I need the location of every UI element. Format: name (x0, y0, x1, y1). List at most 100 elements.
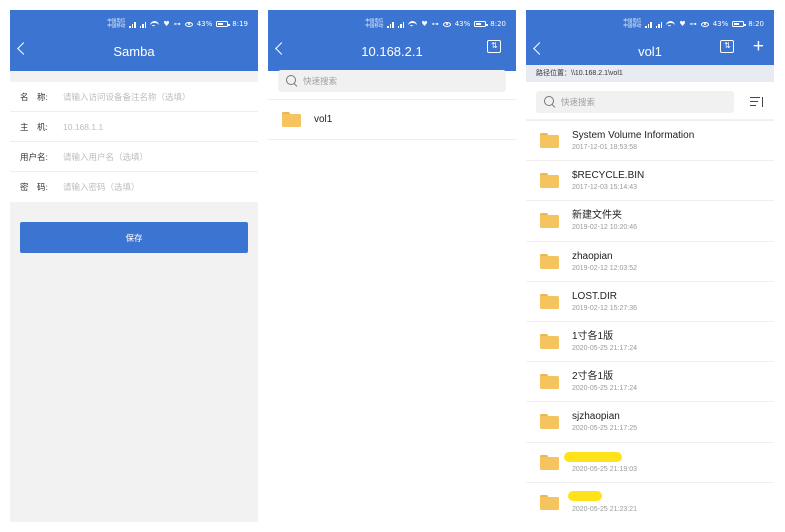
carrier-info: 中国电信 中国移动 (107, 19, 125, 29)
save-button[interactable]: 保存 (20, 222, 248, 253)
redaction-mark (568, 490, 602, 501)
heart-icon: ♥ (421, 20, 428, 28)
folder-icon (540, 374, 559, 390)
folder-name: sjzhaopian (572, 411, 620, 423)
item-text: 2寸各1版 2020-05-25 21:17:24 (572, 371, 637, 392)
signal-icon (655, 21, 663, 28)
username-field[interactable] (63, 151, 258, 162)
folder-name: 2寸各1版 (572, 371, 614, 383)
redaction-mark (564, 451, 622, 462)
item-text: 1寸各1版 2020-05-25 21:17:24 (572, 331, 637, 352)
search-icon (286, 75, 297, 87)
carrier-2: 中国移动 (107, 24, 126, 29)
list-item[interactable]: $RECYCLE.BIN 2017-12-03 15:14:43 (526, 161, 774, 202)
item-text: $RECYCLE.BIN 2017-12-03 15:14:43 (572, 170, 644, 191)
search-input[interactable] (560, 97, 734, 107)
carrier-2: 中国移动 (623, 24, 642, 29)
share-list: vol1 (268, 99, 516, 140)
folder-icon (540, 253, 559, 269)
list-item[interactable]: zhaopian 2019-02-12 12:03:52 (526, 242, 774, 282)
battery-percent: 43% (454, 20, 471, 28)
battery-icon (216, 21, 230, 27)
folder-icon (540, 213, 559, 229)
heart-icon: ♥ (679, 20, 686, 28)
status-bar: 中国电信 中国移动 ♥ ⊶ 43% 8:20 (365, 17, 506, 31)
wifi-icon (150, 20, 160, 28)
heart-icon: ♥ (163, 20, 170, 28)
folder-name: System Volume Information (572, 130, 695, 142)
battery-percent: 43% (196, 20, 213, 28)
folder-icon (540, 454, 559, 470)
clock: 8:20 (748, 20, 764, 28)
username-label: 用户名: (20, 151, 48, 162)
carrier-2: 中国移动 (365, 24, 384, 29)
username-row: 用户名: (10, 142, 258, 172)
list-item[interactable]: 2寸各1版 2020-05-25 21:17:24 (526, 362, 774, 403)
search-bar[interactable] (278, 70, 506, 92)
search-bar[interactable] (536, 91, 734, 113)
app-header: 中国电信 中国移动 ♥ ⊶ 43% 8:20 vol1 ⇅ + (526, 10, 774, 65)
sort-toggle-icon[interactable]: ⇅ (487, 40, 501, 53)
status-bar: 中国电信 中国移动 ♥ ⊶ 43% 8:20 (623, 17, 764, 31)
list-item[interactable]: LOST.DIR 2019-02-12 15:27:36 (526, 282, 774, 322)
battery-percent: 43% (712, 20, 729, 28)
eye-icon (442, 21, 451, 27)
add-icon[interactable]: + (753, 37, 764, 56)
list-item[interactable]: sjzhaopian 2020-05-25 21:17:25 (526, 402, 774, 443)
status-bar: 中国电信 中国移动 ♥ ⊶ 43% 8:19 (107, 17, 248, 31)
search-input[interactable] (303, 76, 506, 86)
clock: 8:20 (490, 20, 506, 28)
host-browser-screen: 中国电信 中国移动 ♥ ⊶ 43% 8:20 10.168.2.1 ⇅ vol1 (268, 10, 516, 522)
folder-date: 2017-12-03 15:14:43 (572, 184, 637, 192)
sort-toggle-icon[interactable]: ⇅ (720, 40, 734, 53)
name-field[interactable] (63, 91, 258, 102)
carrier-info: 中国电信 中国移动 (623, 19, 641, 29)
folder-icon (540, 494, 559, 510)
file-list: System Volume Information 2017-12-01 18:… (526, 120, 774, 522)
host-label: 主 机: (20, 121, 48, 132)
list-item[interactable]: System Volume Information 2017-12-01 18:… (526, 121, 774, 162)
wifi-icon (666, 20, 676, 28)
item-text: zhaopian 2019-02-12 12:03:52 (572, 251, 637, 272)
name-row: 名 称: (10, 82, 258, 112)
search-icon (544, 96, 555, 108)
folder-date: 2017-12-01 18:53:58 (572, 144, 637, 152)
eye-icon (700, 21, 709, 27)
item-text: sjzhaopian 2020-05-25 21:17:25 (572, 411, 637, 432)
breadcrumb: 路径位置：\\10.168.2.1\vol1 (526, 65, 774, 82)
folder-date: 2020-05-25 21:23:21 (572, 505, 637, 513)
wifi-icon (408, 20, 418, 28)
item-text: LOST.DIR 2019-02-12 15:27:36 (572, 291, 637, 312)
list-item[interactable]: 1寸各1版 2020-05-25 21:17:24 (526, 322, 774, 363)
signal-icon (397, 21, 405, 28)
page-title: vol1 (638, 44, 662, 59)
eye-icon (184, 21, 193, 27)
password-field[interactable] (63, 182, 258, 192)
host-row: 主 机: (10, 112, 258, 142)
key-icon: ⊶ (431, 20, 439, 28)
signal-icon (387, 21, 394, 28)
signal-icon (645, 21, 652, 28)
page-title: 10.168.2.1 (361, 44, 423, 59)
folder-date: 2019-02-12 12:03:52 (572, 264, 637, 272)
name-label: 名 称: (20, 91, 48, 102)
item-text: System Volume Information 2017-12-01 18:… (572, 130, 694, 151)
host-field[interactable] (63, 121, 258, 132)
battery-icon (474, 21, 488, 27)
list-item[interactable]: 新建文件夹 2019-02-12 10:20:46 (526, 201, 774, 242)
sort-list-icon[interactable] (750, 96, 764, 108)
folder-name: 1寸各1版 (572, 331, 614, 343)
folder-name: zhaopian (572, 250, 613, 262)
carrier-info: 中国电信 中国移动 (365, 19, 383, 29)
folder-name: LOST.DIR (572, 290, 618, 302)
folder-date: 2020-05-25 21:17:24 (572, 385, 637, 393)
list-item[interactable]: 2020-05-25 21:19:03 (526, 443, 774, 483)
list-item[interactable]: vol1 (268, 100, 516, 140)
key-icon: ⊶ (689, 20, 697, 28)
folder-browser-screen: 中国电信 中国移动 ♥ ⊶ 43% 8:20 vol1 ⇅ + 路径位置：\\1… (526, 10, 774, 522)
folder-date: 2019-02-12 10:20:46 (572, 224, 637, 232)
password-label: 密 码: (20, 182, 48, 192)
password-row: 密 码: (10, 172, 258, 202)
folder-date: 2019-02-12 15:27:36 (572, 304, 637, 312)
list-item[interactable]: 2020-05-25 21:23:21 (526, 483, 774, 522)
